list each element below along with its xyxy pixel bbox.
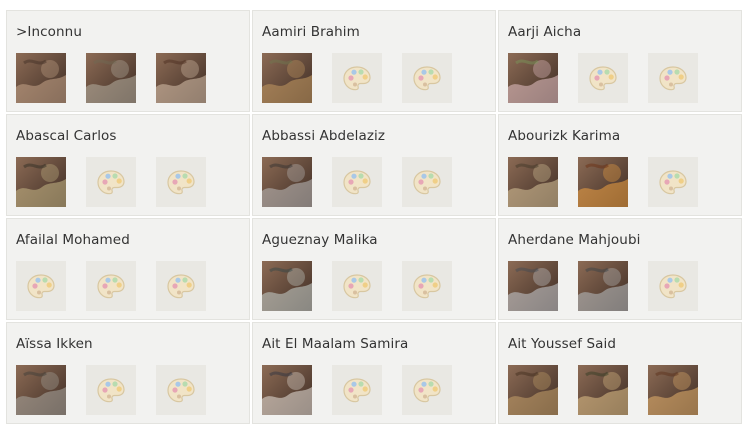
palette-icon[interactable] bbox=[156, 261, 206, 311]
artist-name[interactable]: Aamiri Brahim bbox=[262, 24, 360, 40]
artwork-thumbnails bbox=[508, 261, 698, 311]
artist-name[interactable]: Abascal Carlos bbox=[16, 128, 117, 144]
artist-card[interactable]: Aïssa Ikken bbox=[6, 322, 250, 424]
palette-icon[interactable] bbox=[648, 261, 698, 311]
artist-name[interactable]: Ait Youssef Said bbox=[508, 336, 616, 352]
artwork-thumbnail[interactable] bbox=[16, 365, 66, 415]
artist-name[interactable]: Ait El Maalam Samira bbox=[262, 336, 408, 352]
palette-icon[interactable] bbox=[648, 157, 698, 207]
artwork-thumbnails bbox=[262, 261, 452, 311]
artwork-thumbnails bbox=[508, 365, 698, 415]
artist-card[interactable]: Abbassi Abdelaziz bbox=[252, 114, 496, 216]
artist-grid: >Inconnu Aamiri Brahim Aarji Aicha Abasc… bbox=[6, 10, 742, 424]
artist-card[interactable]: Agueznay Malika bbox=[252, 218, 496, 320]
palette-icon[interactable] bbox=[332, 157, 382, 207]
artwork-thumbnails bbox=[262, 157, 452, 207]
artist-card[interactable]: Abourizk Karima bbox=[498, 114, 742, 216]
artwork-thumbnails bbox=[16, 365, 206, 415]
artist-name[interactable]: Aïssa Ikken bbox=[16, 336, 93, 352]
artist-card[interactable]: Aamiri Brahim bbox=[252, 10, 496, 112]
artist-name[interactable]: Agueznay Malika bbox=[262, 232, 378, 248]
artwork-thumbnail[interactable] bbox=[156, 53, 206, 103]
palette-icon[interactable] bbox=[578, 53, 628, 103]
artist-card[interactable]: Aherdane Mahjoubi bbox=[498, 218, 742, 320]
artist-name[interactable]: Abourizk Karima bbox=[508, 128, 620, 144]
artwork-thumbnail[interactable] bbox=[578, 157, 628, 207]
artist-card[interactable]: Abascal Carlos bbox=[6, 114, 250, 216]
artwork-thumbnails bbox=[262, 53, 452, 103]
palette-icon[interactable] bbox=[402, 53, 452, 103]
palette-icon[interactable] bbox=[648, 53, 698, 103]
artwork-thumbnails bbox=[16, 53, 206, 103]
artwork-thumbnail[interactable] bbox=[648, 365, 698, 415]
palette-icon[interactable] bbox=[402, 157, 452, 207]
palette-icon[interactable] bbox=[16, 261, 66, 311]
palette-icon[interactable] bbox=[86, 365, 136, 415]
artwork-thumbnail[interactable] bbox=[16, 53, 66, 103]
artwork-thumbnail[interactable] bbox=[508, 53, 558, 103]
artist-name[interactable]: Aarji Aicha bbox=[508, 24, 581, 40]
palette-icon[interactable] bbox=[402, 365, 452, 415]
artwork-thumbnail[interactable] bbox=[578, 365, 628, 415]
artist-name[interactable]: Afailal Mohamed bbox=[16, 232, 130, 248]
palette-icon[interactable] bbox=[332, 261, 382, 311]
artwork-thumbnail[interactable] bbox=[508, 365, 558, 415]
artist-name[interactable]: >Inconnu bbox=[16, 24, 82, 40]
artwork-thumbnail[interactable] bbox=[262, 365, 312, 415]
artwork-thumbnail[interactable] bbox=[578, 261, 628, 311]
artwork-thumbnail[interactable] bbox=[508, 157, 558, 207]
artist-name[interactable]: Abbassi Abdelaziz bbox=[262, 128, 385, 144]
artwork-thumbnails bbox=[16, 261, 206, 311]
artwork-thumbnail[interactable] bbox=[16, 157, 66, 207]
artist-card[interactable]: >Inconnu bbox=[6, 10, 250, 112]
artwork-thumbnail[interactable] bbox=[262, 53, 312, 103]
artwork-thumbnail[interactable] bbox=[86, 53, 136, 103]
artwork-thumbnail[interactable] bbox=[262, 157, 312, 207]
palette-icon[interactable] bbox=[156, 157, 206, 207]
palette-icon[interactable] bbox=[156, 365, 206, 415]
artwork-thumbnails bbox=[508, 157, 698, 207]
artist-card[interactable]: Ait Youssef Said bbox=[498, 322, 742, 424]
artwork-thumbnail[interactable] bbox=[508, 261, 558, 311]
palette-icon[interactable] bbox=[332, 365, 382, 415]
artist-card[interactable]: Aarji Aicha bbox=[498, 10, 742, 112]
artist-card[interactable]: Ait El Maalam Samira bbox=[252, 322, 496, 424]
artwork-thumbnail[interactable] bbox=[262, 261, 312, 311]
artist-name[interactable]: Aherdane Mahjoubi bbox=[508, 232, 640, 248]
artwork-thumbnails bbox=[262, 365, 452, 415]
palette-icon[interactable] bbox=[86, 157, 136, 207]
artwork-thumbnails bbox=[508, 53, 698, 103]
palette-icon[interactable] bbox=[332, 53, 382, 103]
artist-card[interactable]: Afailal Mohamed bbox=[6, 218, 250, 320]
palette-icon[interactable] bbox=[402, 261, 452, 311]
artwork-thumbnails bbox=[16, 157, 206, 207]
palette-icon[interactable] bbox=[86, 261, 136, 311]
